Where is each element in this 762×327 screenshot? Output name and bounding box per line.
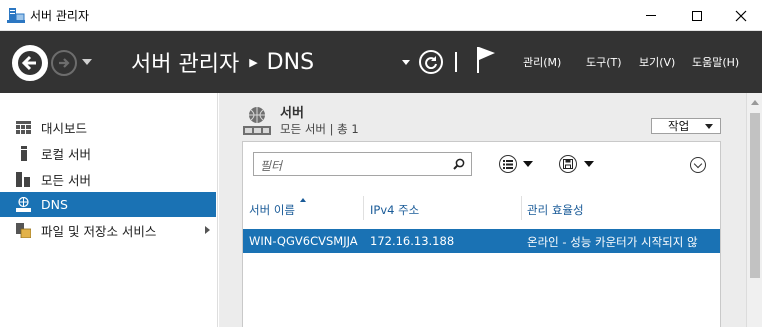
- menu-manage[interactable]: 관리(M): [523, 54, 561, 70]
- refresh-icon: [425, 56, 437, 69]
- servers-section-icon: [243, 107, 271, 135]
- server-manager-app-icon: [7, 8, 25, 23]
- maximize-icon: [692, 10, 702, 21]
- section-subtitle: 모든 서버 | 총 1: [280, 122, 359, 136]
- query-options-button[interactable]: [499, 155, 517, 173]
- breadcrumb-app[interactable]: 서버 관리자: [131, 46, 239, 78]
- sidebar-item-label: DNS: [41, 197, 68, 212]
- query-options-dropdown-icon[interactable]: [523, 161, 533, 167]
- minimize-button[interactable]: [628, 0, 674, 31]
- chevron-right-icon[interactable]: [205, 226, 210, 234]
- sidebar-item-dns[interactable]: DNS: [0, 192, 216, 217]
- sidebar-item-dashboard[interactable]: 대시보드: [0, 115, 216, 140]
- close-icon: [735, 10, 747, 21]
- dns-icon: [16, 197, 31, 212]
- sidebar-item-file-storage[interactable]: 파일 및 저장소 서비스: [0, 218, 216, 243]
- breadcrumb-separator-icon: ▶: [249, 55, 258, 69]
- list-icon: [503, 159, 513, 169]
- search-icon[interactable]: [453, 158, 465, 170]
- breadcrumb: 서버 관리자 ▶ DNS: [131, 46, 314, 78]
- sidebar: 대시보드 로컬 서버 모든 서버 DNS 파일 및 저장소 서비스: [0, 93, 218, 327]
- sidebar-item-local-server[interactable]: 로컬 서버: [0, 141, 216, 166]
- table-row[interactable]: WIN-QGV6CVSMJJA 172.16.13.188 온라인 - 성능 카…: [243, 229, 720, 253]
- column-divider[interactable]: [363, 196, 364, 220]
- back-button[interactable]: [12, 45, 48, 81]
- arrow-left-icon: [18, 51, 42, 75]
- cell-server-name: WIN-QGV6CVSMJJA: [249, 234, 358, 248]
- breadcrumb-current: DNS: [266, 49, 315, 75]
- sidebar-item-label: 대시보드: [41, 121, 88, 136]
- sidebar-item-all-servers[interactable]: 모든 서버: [0, 167, 216, 192]
- forward-button[interactable]: [51, 50, 77, 76]
- scroll-up-icon[interactable]: [751, 100, 759, 105]
- notifications-flag-icon[interactable]: [474, 45, 498, 75]
- chevron-down-icon: [705, 124, 713, 129]
- header-divider: [455, 52, 457, 72]
- local-server-icon: [16, 146, 31, 161]
- filter-placeholder: 필터: [260, 159, 283, 173]
- tasks-label: 작업: [668, 119, 690, 133]
- column-divider[interactable]: [521, 196, 522, 220]
- servers-list-box: 필터 서버 이름 IPv4 주소 관리 효율성 WIN-QGV6CVSMJJA …: [242, 141, 721, 327]
- tasks-dropdown[interactable]: 작업: [651, 118, 721, 134]
- title-bar: 서버 관리자: [0, 0, 762, 31]
- menu-help[interactable]: 도움말(H): [692, 54, 739, 70]
- expand-collapse-button[interactable]: [690, 157, 706, 173]
- save-icon: [563, 159, 573, 169]
- save-query-button[interactable]: [559, 155, 577, 173]
- column-header-server-name[interactable]: 서버 이름: [249, 202, 295, 218]
- history-dropdown-icon[interactable]: [82, 59, 92, 65]
- filter-input[interactable]: 필터: [253, 152, 472, 176]
- menu-tools[interactable]: 도구(T): [586, 54, 622, 70]
- vertical-scrollbar[interactable]: [746, 93, 762, 327]
- column-header-ipv4[interactable]: IPv4 주소: [370, 202, 419, 218]
- file-storage-icon: [16, 223, 31, 238]
- refresh-button[interactable]: [419, 50, 443, 74]
- all-servers-icon: [16, 172, 31, 187]
- sidebar-item-label: 로컬 서버: [41, 147, 91, 162]
- column-header-manageability[interactable]: 관리 효율성: [527, 202, 584, 218]
- sort-ascending-icon: [300, 198, 306, 202]
- breadcrumb-dropdown-icon[interactable]: [402, 60, 410, 65]
- section-title: 서버: [280, 106, 304, 121]
- menu-view[interactable]: 보기(V): [639, 54, 675, 70]
- sidebar-item-label: 모든 서버: [41, 173, 91, 188]
- save-query-dropdown-icon[interactable]: [584, 161, 594, 167]
- close-button[interactable]: [718, 0, 762, 31]
- main-panel: 서버 모든 서버 | 총 1 작업 필터 서버 이름 IPv4 주소 관리 효율…: [219, 93, 746, 327]
- minimize-icon: [646, 15, 656, 16]
- sidebar-item-label: 파일 및 저장소 서비스: [41, 224, 157, 239]
- arrow-right-icon: [59, 58, 70, 68]
- maximize-button[interactable]: [674, 0, 720, 31]
- cell-ipv4: 172.16.13.188: [370, 234, 455, 248]
- window-title: 서버 관리자: [30, 9, 90, 23]
- cell-manageability: 온라인 - 성능 카운터가 시작되지 않: [527, 235, 698, 249]
- scrollbar-thumb[interactable]: [750, 113, 760, 278]
- dashboard-icon: [16, 120, 31, 135]
- app-header: 서버 관리자 ▶ DNS 관리(M) 도구(T) 보기(V) 도움말(H): [0, 31, 762, 93]
